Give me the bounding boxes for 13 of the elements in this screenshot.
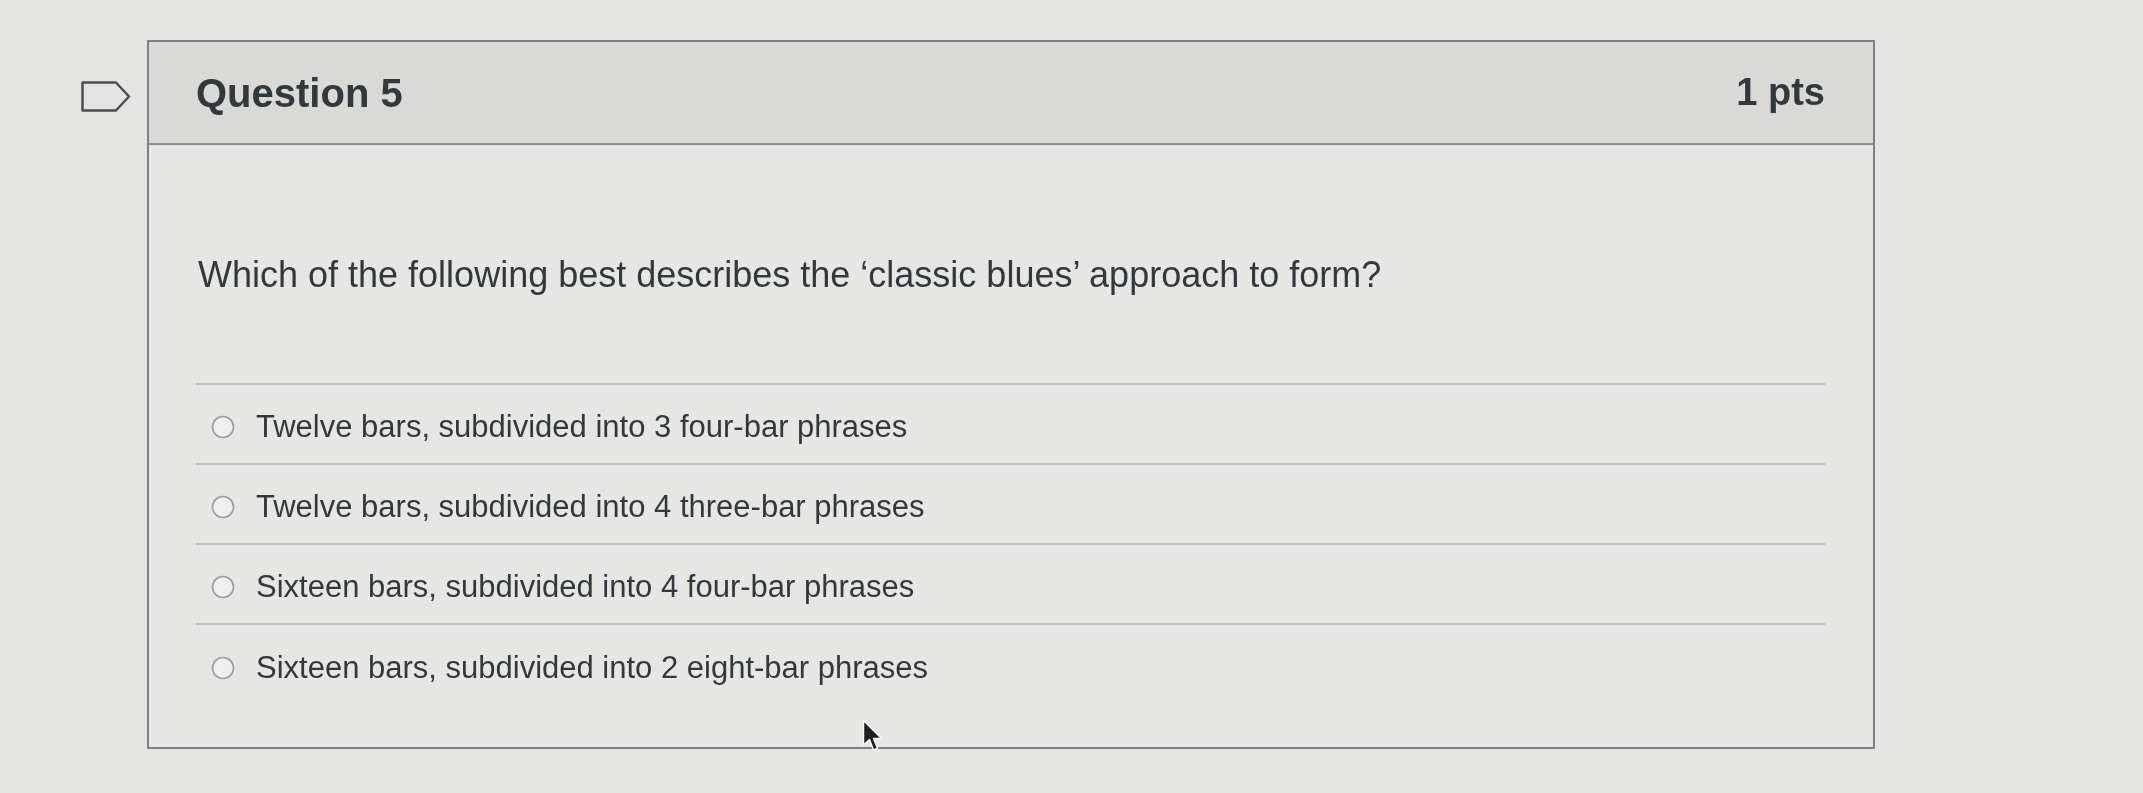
radio-button[interactable] bbox=[211, 415, 235, 439]
radio-button[interactable] bbox=[211, 495, 235, 519]
points-label: 1 pts bbox=[1736, 69, 1825, 115]
radio-button[interactable] bbox=[211, 575, 235, 599]
radio-button[interactable] bbox=[211, 656, 235, 680]
answer-label[interactable]: Twelve bars, subdivided into 3 four-bar phrases bbox=[256, 408, 908, 446]
mouse-pointer-icon bbox=[862, 719, 884, 753]
answer-label[interactable]: Sixteen bars, subdivided into 2 eight-bar phrases bbox=[256, 649, 929, 687]
flag-icon[interactable] bbox=[81, 81, 131, 112]
question-text: Which of the following best describes the ‘classic blues’ approach to form? bbox=[198, 253, 1383, 297]
answer-label[interactable]: Twelve bars, subdivided into 4 three-bar phrases bbox=[256, 488, 925, 526]
question-title: Question 5 bbox=[196, 69, 403, 117]
answer-label[interactable]: Sixteen bars, subdivided into 4 four-bar phrases bbox=[256, 568, 915, 606]
